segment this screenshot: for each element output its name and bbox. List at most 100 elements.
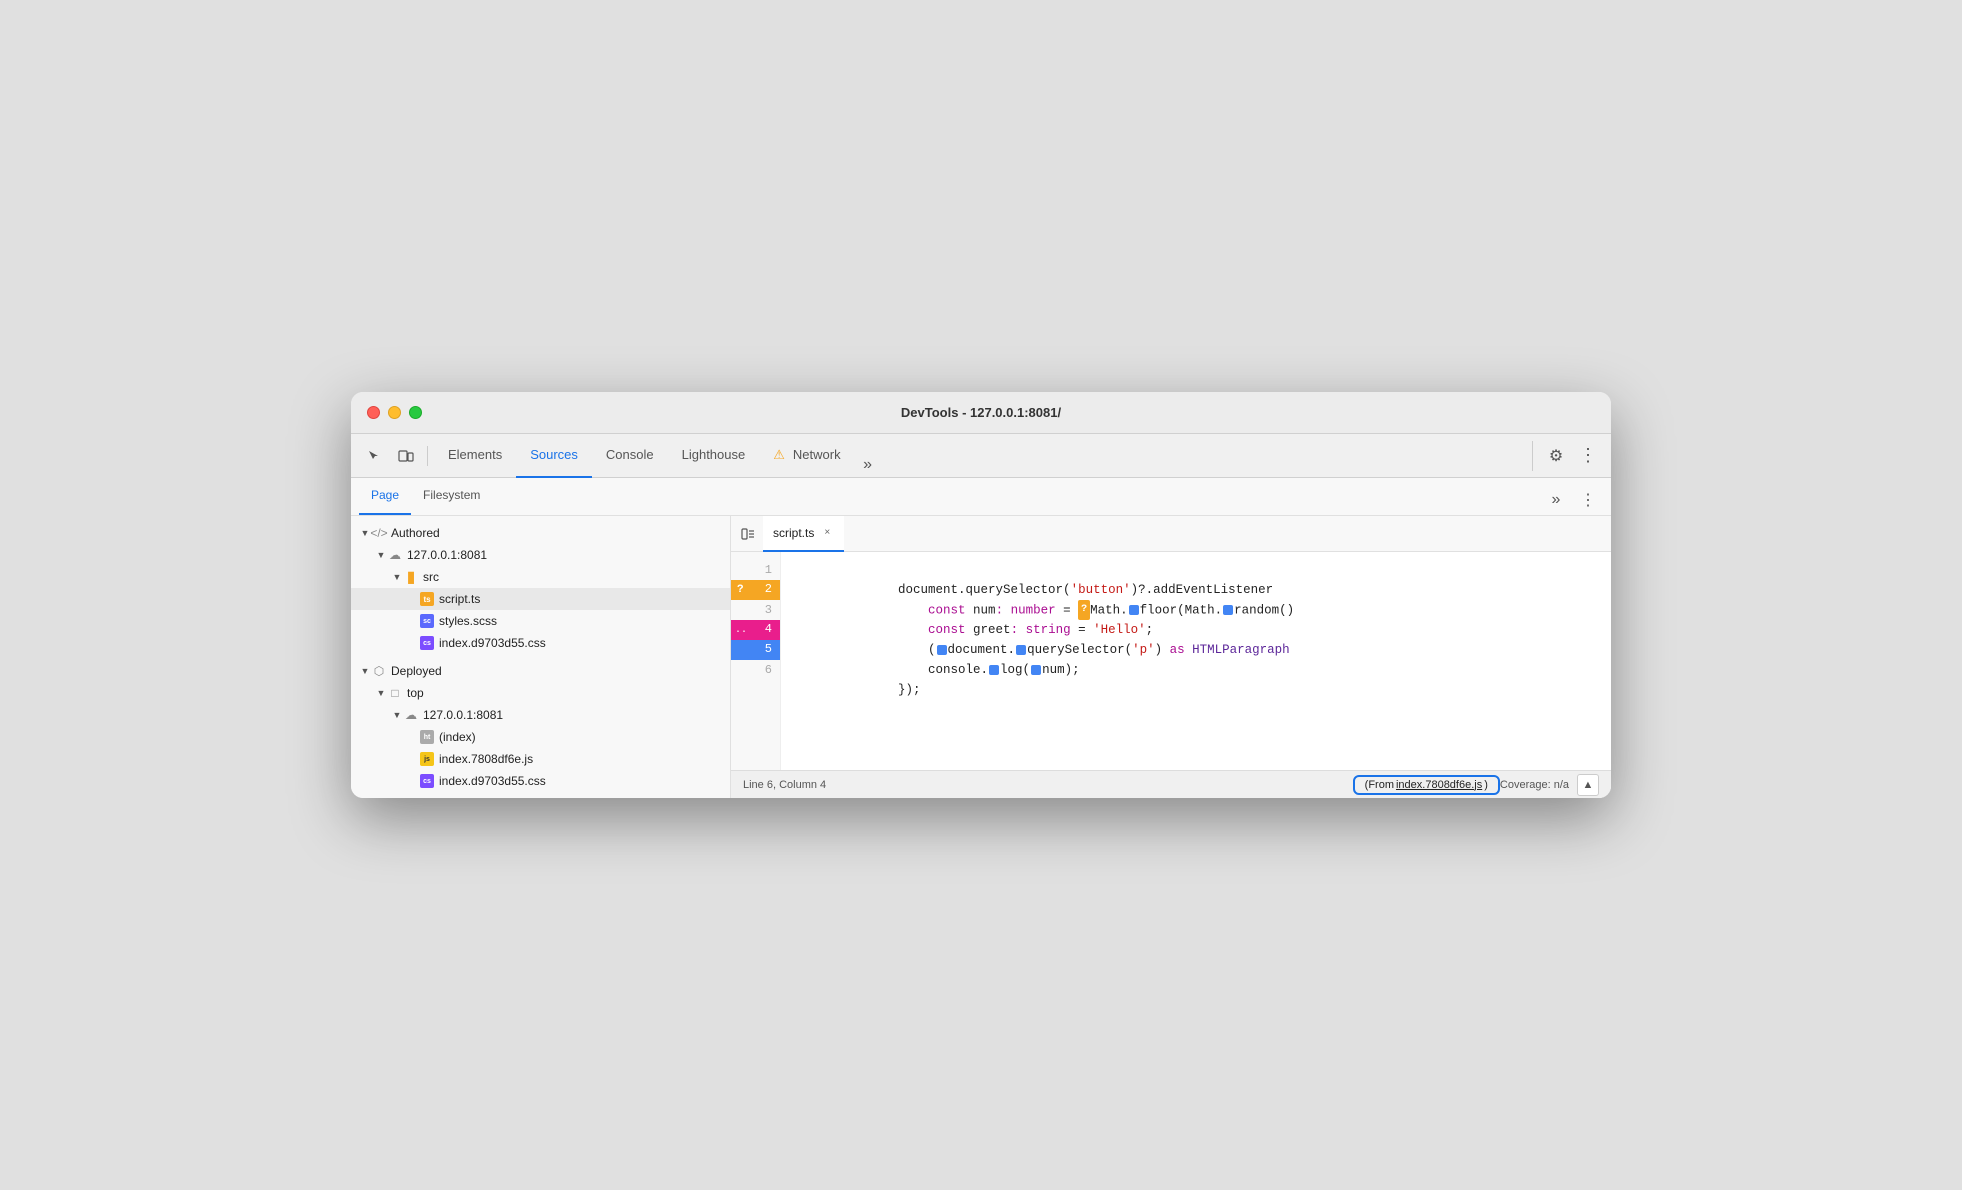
editor-tab-close[interactable]: × xyxy=(820,526,834,540)
arrow-server2: ▼ xyxy=(391,710,403,720)
cube-icon: ⬡ xyxy=(371,663,387,679)
sub-toolbar-right: » ⋮ xyxy=(1543,485,1603,515)
tree-top[interactable]: ▼ □ top xyxy=(351,682,730,704)
tab-console[interactable]: Console xyxy=(592,434,668,478)
cloud-icon-2: ☁ xyxy=(403,707,419,723)
editor-tabs: script.ts × xyxy=(731,516,1611,552)
inline-badge-q: ? xyxy=(1078,600,1090,620)
line-num-3: 3 xyxy=(731,600,780,620)
tree-index-js[interactable]: ▶ js index.7808df6e.js xyxy=(351,748,730,770)
toolbar-vertical-separator xyxy=(1532,441,1533,471)
arrow-top: ▼ xyxy=(375,688,387,698)
tree-authored[interactable]: ▼ </> Authored xyxy=(351,522,730,544)
inspect-element-button[interactable] xyxy=(359,441,389,471)
html-icon: ht xyxy=(419,729,435,745)
tag-icon: </> xyxy=(371,525,387,541)
settings-button[interactable]: ⚙ xyxy=(1541,441,1571,471)
line-num-5[interactable]: 5 xyxy=(731,640,780,660)
status-bar: Line 6, Column 4 (From index.7808df6e.js… xyxy=(731,770,1611,798)
code-content[interactable]: document.querySelector('button')?.addEve… xyxy=(781,552,1611,770)
code-editor[interactable]: 1 ? 2 3 .. xyxy=(731,552,1611,770)
main-toolbar: Elements Sources Console Lighthouse ⚠ Ne… xyxy=(351,434,1611,478)
cloud-icon-1: ☁ xyxy=(387,547,403,563)
title-bar: DevTools - 127.0.0.1:8081/ xyxy=(351,392,1611,434)
inline-badge-dot-5 xyxy=(989,665,999,675)
device-toolbar-button[interactable] xyxy=(391,441,421,471)
src-folder-label: src xyxy=(423,570,439,584)
ts-icon: ts xyxy=(419,591,435,607)
tab-sources[interactable]: Sources xyxy=(516,434,592,478)
arrow-src: ▼ xyxy=(391,572,403,582)
folder-icon-src: ▮ xyxy=(403,569,419,585)
tab-lighthouse[interactable]: Lighthouse xyxy=(668,434,760,478)
minimize-button[interactable] xyxy=(388,406,401,419)
tree-server-deployed[interactable]: ▼ ☁ 127.0.0.1:8081 xyxy=(351,704,730,726)
tree-index-html[interactable]: ▶ ht (index) xyxy=(351,726,730,748)
index-css1-label: index.d9703d55.css xyxy=(439,636,546,650)
sub-toolbar: Page Filesystem » ⋮ xyxy=(351,478,1611,516)
toggle-sidebar-button[interactable] xyxy=(735,521,761,547)
tree-index-css2[interactable]: ▶ cs index.d9703d55.css xyxy=(351,770,730,792)
inline-badge-dot-2 xyxy=(1223,605,1233,615)
script-ts-label: script.ts xyxy=(439,592,480,606)
breakpoint-blue-5: 5 xyxy=(731,640,780,660)
server2-label: 127.0.0.1:8081 xyxy=(423,708,503,722)
warning-icon: ⚠ xyxy=(773,447,785,463)
arrow-server1: ▼ xyxy=(375,550,387,560)
maximize-button[interactable] xyxy=(409,406,422,419)
close-button[interactable] xyxy=(367,406,380,419)
tab-network[interactable]: ⚠ Network xyxy=(759,434,854,478)
line-num-6: 6 xyxy=(731,660,780,680)
tab-elements[interactable]: Elements xyxy=(434,434,516,478)
sub-more-button[interactable]: » xyxy=(1543,487,1569,513)
coverage-label: Coverage: n/a xyxy=(1500,779,1569,791)
index-html-label: (index) xyxy=(439,730,476,744)
breakpoint-pink-4: .. 4 xyxy=(731,620,780,640)
more-tabs-button[interactable]: » xyxy=(855,452,881,478)
line-numbers: 1 ? 2 3 .. xyxy=(731,552,781,770)
line-num-2[interactable]: ? 2 xyxy=(731,580,780,600)
main-content: Page Filesystem » ⋮ ▼ </> Authored xyxy=(351,478,1611,798)
status-bar-right: Coverage: n/a ▲ xyxy=(1500,774,1599,796)
sub-more-options-button[interactable]: ⋮ xyxy=(1573,485,1603,515)
source-link-prefix: (From xyxy=(1365,779,1394,791)
more-options-button[interactable]: ⋮ xyxy=(1573,441,1603,471)
sub-tab-filesystem[interactable]: Filesystem xyxy=(411,477,492,515)
css-icon-1: cs xyxy=(419,635,435,651)
index-js-label: index.7808df6e.js xyxy=(439,752,533,766)
box-icon: □ xyxy=(387,685,403,701)
traffic-lights xyxy=(367,406,422,419)
tree-styles-scss[interactable]: ▶ sc styles.scss xyxy=(351,610,730,632)
authored-label: Authored xyxy=(391,526,440,540)
inline-badge-dot-1 xyxy=(1129,605,1139,615)
window-title: DevTools - 127.0.0.1:8081/ xyxy=(901,405,1061,420)
deployed-label: Deployed xyxy=(391,664,442,678)
editor-tab-filename: script.ts xyxy=(773,526,814,540)
line-num-1: 1 xyxy=(731,560,780,580)
tree-src-folder[interactable]: ▼ ▮ src xyxy=(351,566,730,588)
js-icon: js xyxy=(419,751,435,767)
content-panes: ▼ </> Authored ▼ ☁ 127.0.0.1:8081 ▼ ▮ sr… xyxy=(351,516,1611,798)
tree-script-ts[interactable]: ▶ ts script.ts xyxy=(351,588,730,610)
breakpoint-orange-2: ? 2 xyxy=(731,580,780,600)
tree-deployed[interactable]: ▼ ⬡ Deployed xyxy=(351,660,730,682)
css-icon-2: cs xyxy=(419,773,435,789)
server1-label: 127.0.0.1:8081 xyxy=(407,548,487,562)
status-position: Line 6, Column 4 xyxy=(743,779,1353,791)
inline-badge-dot-6 xyxy=(1031,665,1041,675)
toolbar-separator xyxy=(427,446,428,466)
source-link-badge[interactable]: (From index.7808df6e.js) xyxy=(1353,775,1500,795)
arrow-authored: ▼ xyxy=(359,528,371,538)
tree-index-css1[interactable]: ▶ cs index.d9703d55.css xyxy=(351,632,730,654)
coverage-button[interactable]: ▲ xyxy=(1577,774,1599,796)
devtools-window: DevTools - 127.0.0.1:8081/ Elements Sour… xyxy=(351,392,1611,798)
tree-server-authored[interactable]: ▼ ☁ 127.0.0.1:8081 xyxy=(351,544,730,566)
index-css2-label: index.d9703d55.css xyxy=(439,774,546,788)
code-line-1: document.querySelector('button')?.addEve… xyxy=(793,560,1611,580)
file-tree-pane: ▼ </> Authored ▼ ☁ 127.0.0.1:8081 ▼ ▮ sr… xyxy=(351,516,731,798)
source-link-file[interactable]: index.7808df6e.js xyxy=(1396,779,1482,791)
editor-file-tab-script-ts[interactable]: script.ts × xyxy=(763,516,844,552)
sub-tab-page[interactable]: Page xyxy=(359,477,411,515)
styles-scss-label: styles.scss xyxy=(439,614,497,628)
line-num-4[interactable]: .. 4 xyxy=(731,620,780,640)
